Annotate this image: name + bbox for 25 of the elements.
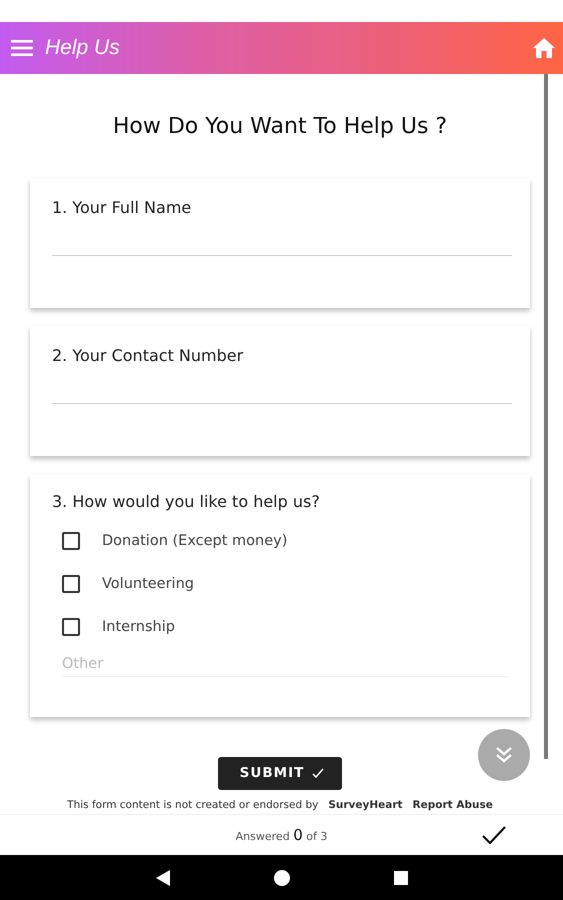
- brand-link[interactable]: SurveyHeart: [328, 799, 403, 811]
- question-label: 3. How would you like to help us?: [52, 492, 321, 511]
- home-icon[interactable]: [533, 38, 555, 58]
- checkbox[interactable]: [62, 618, 80, 636]
- option-label: Internship: [102, 618, 175, 634]
- question-label: 2. Your Contact Number: [52, 346, 244, 365]
- option-label: Volunteering: [102, 576, 194, 592]
- checkbox[interactable]: [62, 532, 80, 550]
- recents-icon[interactable]: [394, 870, 408, 884]
- checkbox[interactable]: [62, 574, 80, 592]
- app-title: Help Us: [45, 36, 121, 60]
- back-icon[interactable]: [156, 870, 170, 886]
- report-link[interactable]: Report Abuse: [412, 799, 493, 811]
- scrollbar[interactable]: [544, 74, 548, 759]
- submit-button[interactable]: SUBMIT: [218, 756, 342, 790]
- check-icon[interactable]: [482, 826, 506, 844]
- disclaimer-text: This form content is not created or endorsed by: [67, 799, 318, 811]
- question-label: 1. Your Full Name: [52, 198, 192, 217]
- home-button-icon[interactable]: [274, 870, 290, 886]
- double-chevron-down-icon: [494, 745, 514, 765]
- option-label: Donation (Except money): [102, 532, 288, 548]
- menu-icon[interactable]: [11, 40, 33, 56]
- answered-count: Answered 0 of 3: [236, 826, 328, 844]
- form-title: How Do You Want To Help Us ?: [112, 112, 448, 140]
- check-icon: [312, 768, 324, 778]
